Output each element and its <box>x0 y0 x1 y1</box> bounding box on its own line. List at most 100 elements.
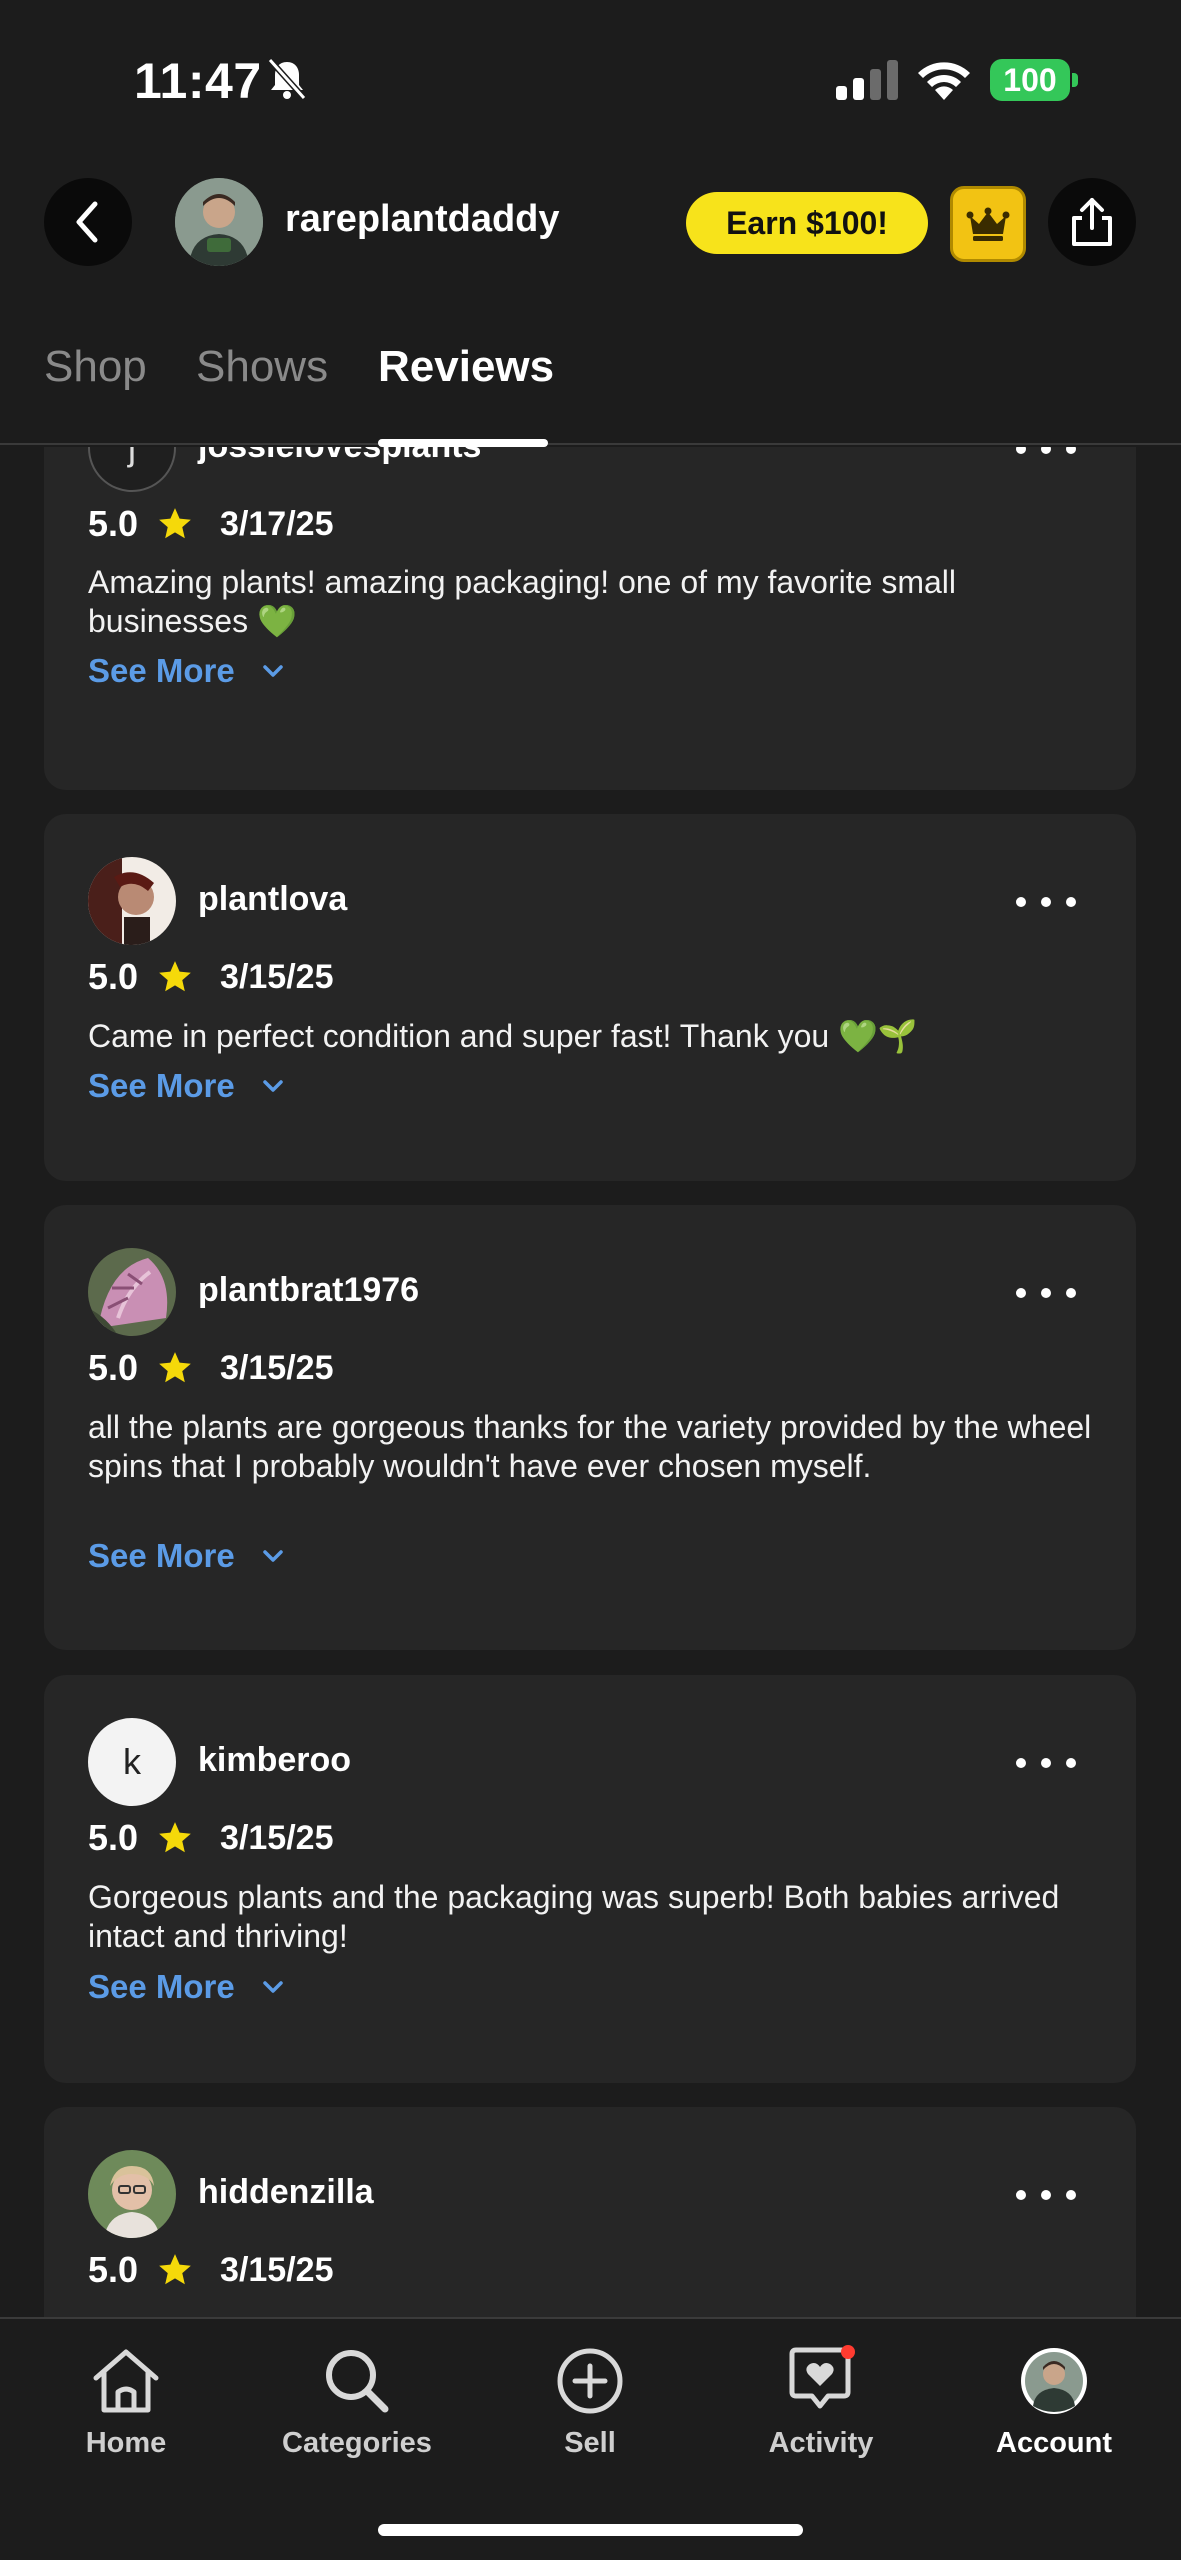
search-icon <box>317 2341 397 2421</box>
rating-value: 5.0 <box>88 1347 139 1388</box>
home-indicator <box>378 2524 803 2536</box>
nav-activity[interactable]: Activity <box>721 2319 921 2479</box>
back-button[interactable] <box>44 178 132 266</box>
crown-icon <box>966 207 1010 241</box>
review-date: 3/15/25 <box>220 1818 334 1857</box>
see-more-label: See More <box>88 1067 235 1104</box>
review-card: plantbrat1976 5.0 3/15/25 all the plants… <box>44 1205 1136 1650</box>
chevron-down-icon <box>262 1080 283 1092</box>
rating-value: 5.0 <box>88 2249 139 2290</box>
profile-avatar[interactable] <box>175 178 263 266</box>
bell-off-icon <box>267 57 307 101</box>
nav-categories-label: Categories <box>282 2427 432 2459</box>
battery-level: 100 <box>990 59 1070 101</box>
reviewer-username[interactable]: kimberoo <box>198 1741 351 1780</box>
home-icon <box>86 2341 166 2421</box>
nav-account-label: Account <box>996 2427 1112 2459</box>
see-more-label: See More <box>88 652 235 689</box>
reviewer-avatar[interactable]: k <box>88 1718 176 1806</box>
rating-row: 5.0 3/15/25 <box>88 1816 334 1860</box>
reviewer-username[interactable]: hiddenzilla <box>198 2173 374 2212</box>
avatar-photo <box>175 178 263 266</box>
cellular-signal-icon <box>836 60 898 100</box>
screen: 11:47 100 rareplantdaddy Earn $100! Shop… <box>0 0 1181 2560</box>
reviewer-avatar[interactable] <box>88 1248 176 1336</box>
rating-value: 5.0 <box>88 1817 139 1858</box>
tab-reviews[interactable]: Reviews <box>378 342 554 392</box>
see-more-button[interactable]: See More <box>88 1064 285 1108</box>
chevron-down-icon <box>262 1981 283 1993</box>
star-icon <box>159 508 191 539</box>
rating-row: 5.0 3/17/25 <box>88 502 334 546</box>
review-text: Gorgeous plants and the packaging was su… <box>88 1879 1060 1954</box>
status-bar: 11:47 100 <box>0 0 1181 150</box>
reviewer-avatar[interactable] <box>88 857 176 945</box>
more-options-button[interactable] <box>1016 447 1076 469</box>
nav-home[interactable]: Home <box>26 2319 226 2479</box>
reviewer-username[interactable]: plantbrat1976 <box>198 1271 419 1310</box>
review-date: 3/15/25 <box>220 1348 334 1387</box>
profile-tabs: Shop Shows Reviews <box>0 330 1181 447</box>
wifi-icon <box>918 62 970 100</box>
rating-row: 5.0 3/15/25 <box>88 2248 334 2292</box>
avatar-icon <box>1014 2341 1094 2421</box>
review-card: hiddenzilla 5.0 3/15/25 <box>44 2107 1136 2317</box>
review-date: 3/15/25 <box>220 957 334 996</box>
review-card: plantlova 5.0 3/15/25 Came in perfect co… <box>44 814 1136 1181</box>
review-card: k kimberoo 5.0 3/15/25 Gorgeous plants a… <box>44 1675 1136 2083</box>
more-options-button[interactable] <box>1016 1273 1076 1313</box>
nav-activity-label: Activity <box>768 2427 874 2459</box>
see-more-button[interactable]: See More <box>88 1534 285 1578</box>
chevron-down-icon <box>262 665 283 677</box>
share-button[interactable] <box>1048 178 1136 266</box>
reviews-list[interactable]: j jossielovesplants 5.0 3/17/25 Amazing … <box>0 447 1181 2317</box>
review-date: 3/15/25 <box>220 2250 334 2289</box>
reviewer-username[interactable]: plantlova <box>198 880 347 919</box>
nav-categories[interactable]: Categories <box>257 2319 457 2479</box>
status-time: 11:47 <box>134 53 262 109</box>
star-icon <box>159 2254 191 2285</box>
heart-message-icon <box>781 2341 861 2421</box>
reviewer-username[interactable]: jossielovesplants <box>198 447 481 466</box>
review-text: Came in perfect condition and super fast… <box>88 1018 918 1054</box>
avatar-photo <box>88 2150 176 2238</box>
see-more-button[interactable]: See More <box>88 649 285 693</box>
more-options-button[interactable] <box>1016 2175 1076 2215</box>
share-icon <box>1072 198 1112 246</box>
nav-sell[interactable]: Sell <box>490 2319 690 2479</box>
more-options-button[interactable] <box>1016 1743 1076 1783</box>
crown-button[interactable] <box>950 186 1026 262</box>
battery-indicator: 100 <box>990 59 1078 101</box>
nav-account[interactable]: Account <box>954 2319 1154 2479</box>
tab-shop[interactable]: Shop <box>44 342 147 392</box>
reviewer-avatar[interactable] <box>88 2150 176 2238</box>
star-icon <box>159 961 191 992</box>
battery-tip <box>1072 73 1078 87</box>
nav-home-label: Home <box>85 2427 167 2459</box>
see-more-label: See More <box>88 1968 235 2005</box>
active-tab-indicator <box>378 439 548 447</box>
chevron-down-icon <box>262 1550 283 1562</box>
star-icon <box>159 1822 191 1853</box>
earn-referral-button[interactable]: Earn $100! <box>686 192 928 254</box>
rating-value: 5.0 <box>88 956 139 997</box>
chevron-left-icon <box>76 201 98 243</box>
rating-row: 5.0 3/15/25 <box>88 1346 334 1390</box>
review-text: all the plants are gorgeous thanks for t… <box>88 1409 1092 1484</box>
star-icon <box>159 1352 191 1383</box>
see-more-label: See More <box>88 1537 235 1574</box>
avatar-photo <box>88 1248 176 1336</box>
notification-dot <box>841 2345 855 2359</box>
profile-header: rareplantdaddy Earn $100! <box>0 170 1181 280</box>
nav-sell-label: Sell <box>564 2427 616 2459</box>
review-card: j jossielovesplants 5.0 3/17/25 Amazing … <box>44 447 1136 790</box>
tab-shows[interactable]: Shows <box>196 342 328 392</box>
rating-row: 5.0 3/15/25 <box>88 955 334 999</box>
more-options-button[interactable] <box>1016 882 1076 922</box>
avatar-photo <box>88 857 176 945</box>
reviewer-avatar[interactable]: j <box>88 447 176 492</box>
see-more-button[interactable]: See More <box>88 1965 285 2009</box>
profile-username[interactable]: rareplantdaddy <box>285 198 560 241</box>
review-date: 3/17/25 <box>220 504 334 543</box>
rating-value: 5.0 <box>88 503 139 544</box>
